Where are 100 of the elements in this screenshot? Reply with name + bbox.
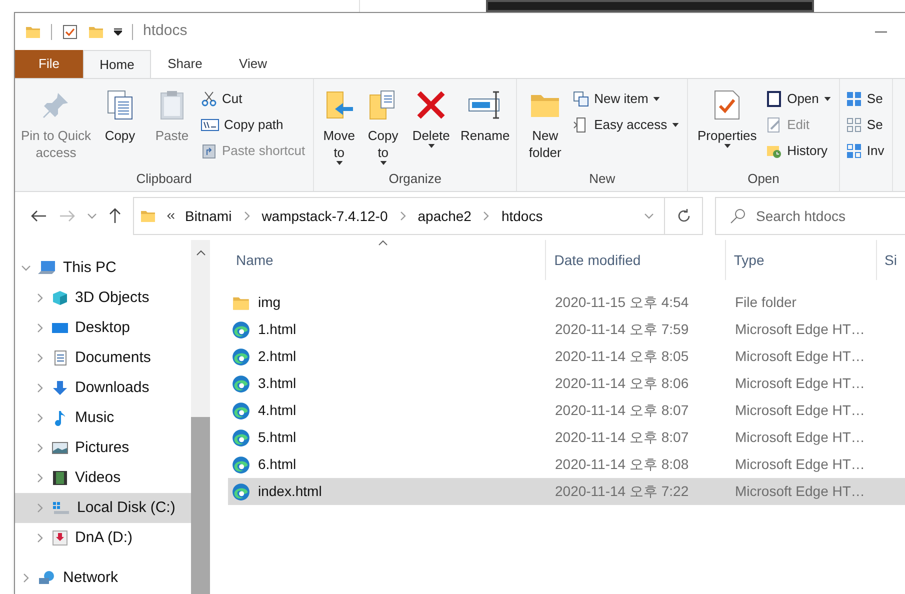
file-name: 5.html [258,428,296,447]
nav-item[interactable]: Videos [15,463,191,493]
chevron-right-icon[interactable] [35,413,45,423]
up-arrow-icon[interactable] [109,208,121,224]
nav-item[interactable]: Pictures [15,433,191,463]
breadcrumb-item[interactable]: htdocs [501,206,543,226]
scrollbar-track[interactable] [191,240,210,594]
network-globe-icon [38,570,56,586]
ribbon-button[interactable]: New folder [521,83,570,169]
file-row[interactable]: 3.html 2020-11-14 오후 8:06 Microsoft Edge HT… [228,370,905,397]
type-cell-text: Microsoft Edge HT… [734,374,866,393]
ribbon-tab[interactable]: View [219,50,287,78]
ribbon-button[interactable]: Copy path [201,113,310,137]
minimize-icon[interactable] [875,30,887,32]
ribbon-tab[interactable]: File [15,50,83,78]
ribbon-tab[interactable]: Share [151,50,219,78]
type-cell-text: Microsoft Edge HT… [734,455,866,474]
back-arrow-icon[interactable] [31,210,47,222]
column-header[interactable]: Name [228,240,546,280]
file-row[interactable]: img 2020-11-15 오후 4:54 File folder [228,289,905,316]
search-input[interactable]: Search htdocs [756,206,866,226]
nav-label: Music [75,408,114,428]
address-dropdown-icon[interactable] [644,211,654,221]
breadcrumb-item[interactable]: wampstack-7.4.12-0 [262,206,388,226]
window-title: htdocs [143,21,188,42]
file-row[interactable]: 1.html 2020-11-14 오후 7:59 Microsoft Edge HT… [228,316,905,343]
group-label: Clipboard [135,170,193,188]
ribbon-button[interactable]: Move to [318,83,360,169]
address-field[interactable]: Bitnami wampstack-7.4.12-0 apache2 htdocs [133,197,703,235]
ribbon-button[interactable]: Properties [692,83,762,169]
chevron-right-icon[interactable] [35,443,45,453]
ribbon-button[interactable]: New item [573,87,684,111]
nav-item[interactable]: 3D Objects [15,283,191,313]
date-cell-text: 2020-11-15 오후 4:54 [554,293,690,312]
refresh-icon[interactable] [676,208,692,224]
column-header[interactable]: Type [724,240,876,280]
file-row[interactable]: index.html 2020-11-14 오후 7:22 Microsoft Edge HT… [228,478,905,505]
chevron-right-icon[interactable] [21,573,31,583]
file-row[interactable]: 4.html 2020-11-14 오후 8:07 Microsoft Edge HT… [228,397,905,424]
nav-label: Documents [75,348,151,368]
file-name: 3.html [258,374,296,393]
breadcrumb-chevron-icon[interactable] [481,211,492,221]
type-cell-text: Microsoft Edge HT… [734,347,866,366]
breadcrumb-item[interactable]: Bitnami [185,206,232,226]
group-label: Open [746,170,780,188]
date-cell-text: 2020-11-14 오후 8:08 [554,455,690,474]
nav-item[interactable]: Local Disk (C:) [15,493,191,523]
ribbon-button[interactable]: Delete [406,83,456,169]
dropdown-icon[interactable] [114,28,122,36]
edit-document-icon [766,117,782,133]
date-cell-text: 2020-11-14 오후 8:05 [554,347,690,366]
nav-item[interactable]: Music [15,403,191,433]
nav-item[interactable]: Network [15,563,191,593]
chevron-right-icon[interactable] [35,473,45,483]
chevron-down-icon[interactable] [21,263,31,273]
ribbon-tab[interactable]: Home [83,50,151,78]
search-icon [730,208,746,224]
scissors-icon [201,91,217,107]
ribbon-button[interactable]: Open [766,87,835,111]
ribbon-button[interactable]: Se [846,87,888,111]
search-field[interactable]: Search htdocs [715,197,905,235]
nav-label: 3D Objects [75,288,150,308]
film-icon [52,470,68,486]
nav-item[interactable]: Documents [15,343,191,373]
chevron-right-icon[interactable] [35,353,45,363]
scrollbar-thumb[interactable] [191,417,210,594]
breadcrumb-item[interactable]: apache2 [418,206,472,226]
scroll-up-icon[interactable] [196,250,206,256]
chevron-right-icon[interactable] [35,293,45,303]
date-cell-text: 2020-11-14 오후 8:06 [554,374,690,393]
nav-item[interactable]: Downloads [15,373,191,403]
file-row[interactable]: 6.html 2020-11-14 오후 8:08 Microsoft Edge HT… [228,451,905,478]
ribbon-button[interactable]: Inv [846,139,888,163]
date-cell-text: 2020-11-14 오후 8:07 [554,428,690,447]
file-name: 2.html [258,347,296,366]
ribbon-button[interactable]: Easy access [573,113,684,137]
chevron-right-icon[interactable] [35,323,45,333]
browser-file-icon [232,456,250,474]
nav-item[interactable]: DnA (D:) [15,523,191,553]
ribbon-button[interactable]: History [766,139,835,163]
file-row[interactable]: 5.html 2020-11-14 오후 8:07 Microsoft Edge HT… [228,424,905,451]
chevron-right-icon[interactable] [35,503,45,513]
breadcrumb-chevron-icon[interactable] [242,211,252,221]
breadcrumb-chevron-icon[interactable] [398,211,408,221]
history-folder-icon [766,143,782,159]
chevron-right-icon[interactable] [35,533,45,543]
ribbon-button[interactable]: Copy to [362,83,404,169]
ribbon-button[interactable]: Cut [201,87,310,111]
chevron-right-icon[interactable] [35,383,45,393]
nav-item[interactable]: Desktop [15,313,191,343]
column-header[interactable]: Si [876,240,905,280]
recent-locations-icon[interactable] [87,211,97,221]
column-header[interactable]: Date modified [545,240,725,280]
file-row[interactable]: 2.html 2020-11-14 오후 8:05 Microsoft Edge HT… [228,343,905,370]
nav-item[interactable]: This PC [15,253,191,283]
file-name: 1.html [258,320,296,339]
ribbon-button[interactable]: Se [846,113,888,137]
ribbon-button[interactable]: Rename [458,83,512,169]
ribbon-button[interactable]: Copy [95,83,145,169]
checkbox-icon[interactable] [62,24,78,40]
